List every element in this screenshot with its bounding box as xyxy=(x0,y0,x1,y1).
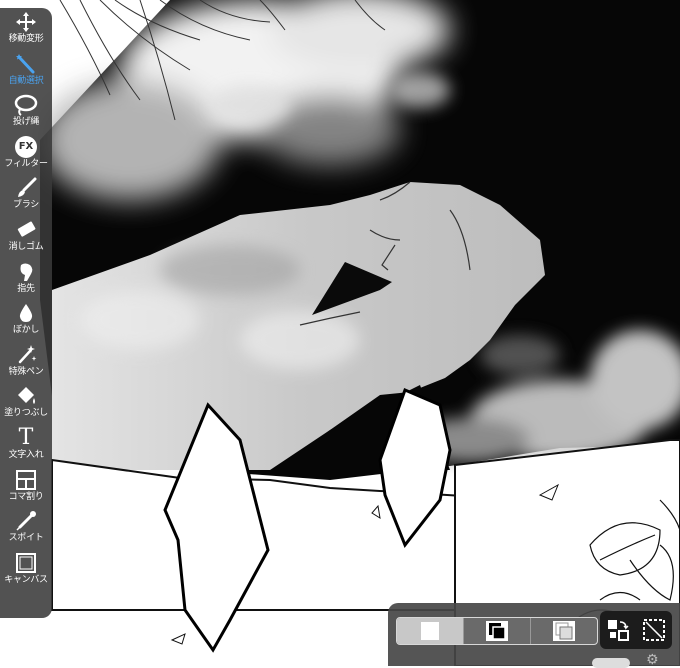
tool-label: 指先 xyxy=(17,283,35,294)
bottom-control-panel xyxy=(388,603,680,666)
tool-magic-wand[interactable]: 自動選択 xyxy=(0,50,52,92)
tool-label: ぼかし xyxy=(12,325,40,336)
tool-fill[interactable]: 塗りつぶし xyxy=(0,382,52,424)
canvas-icon xyxy=(13,551,39,575)
panel-divide-icon xyxy=(13,468,39,492)
tool-label: 塗りつぶし xyxy=(4,408,48,419)
fx-icon-text: FX xyxy=(15,135,37,158)
swap-colors-icon xyxy=(608,620,629,641)
eyedropper-icon xyxy=(13,509,39,533)
eraser-icon xyxy=(13,218,39,242)
tool-label: 消しゴム xyxy=(8,241,44,252)
tool-label: コマ割り xyxy=(8,491,44,502)
lasso-icon xyxy=(13,93,39,117)
white-square-icon xyxy=(421,622,439,640)
tool-label: スポイト xyxy=(8,533,44,544)
gear-icon[interactable]: ⚙ xyxy=(646,653,659,667)
color-selection-buttons xyxy=(600,611,672,649)
tool-label: キャンバス xyxy=(4,574,48,585)
tool-move[interactable]: 移動変形 xyxy=(0,8,52,50)
move-arrows-icon xyxy=(13,10,39,34)
magic-wand-icon xyxy=(13,52,39,76)
swap-colors-button[interactable] xyxy=(600,611,636,649)
tool-lasso[interactable]: 投げ縄 xyxy=(0,91,52,133)
tool-label: 投げ縄 xyxy=(12,117,40,128)
tool-panel[interactable]: コマ割り xyxy=(0,466,52,508)
tool-palette: 移動変形 自動選択 投げ縄 FX フィルター ブラシ 消しゴム 指先 ぼかし 特… xyxy=(0,8,52,618)
brush-icon xyxy=(13,176,39,200)
sparkle-pen-icon xyxy=(13,343,39,367)
tool-label: 移動変形 xyxy=(8,34,44,44)
tool-special-pen[interactable]: 特殊ペン xyxy=(0,341,52,383)
text-icon-glyph: T xyxy=(18,424,34,450)
layer-transparent-button[interactable] xyxy=(530,618,597,644)
tool-label: 特殊ペン xyxy=(8,366,44,377)
tool-eyedropper[interactable]: スポイト xyxy=(0,507,52,549)
drawing-canvas[interactable] xyxy=(0,0,680,666)
layer-white-button[interactable] xyxy=(397,618,463,644)
fill-bucket-icon xyxy=(13,384,39,408)
tool-blur[interactable]: ぼかし xyxy=(0,299,52,341)
tool-label: 自動選択 xyxy=(8,75,44,86)
tool-canvas[interactable]: キャンバス xyxy=(0,549,52,591)
transparent-square-icon xyxy=(553,621,575,641)
tool-brush[interactable]: ブラシ xyxy=(0,174,52,216)
selection-marquee-icon xyxy=(643,619,665,641)
tool-label: ブラシ xyxy=(13,200,39,211)
black-square-icon xyxy=(486,621,508,641)
selection-button[interactable] xyxy=(636,611,672,649)
tool-smudge[interactable]: 指先 xyxy=(0,258,52,300)
layer-black-button[interactable] xyxy=(463,618,530,644)
tool-eraser[interactable]: 消しゴム xyxy=(0,216,52,258)
home-indicator xyxy=(592,658,630,668)
droplet-icon xyxy=(13,301,39,325)
finger-icon xyxy=(13,260,39,284)
tool-label: 文字入れ xyxy=(8,449,44,460)
tool-text[interactable]: T 文字入れ xyxy=(0,424,52,466)
layer-paper-selector xyxy=(396,617,598,645)
tool-label: フィルター xyxy=(4,158,48,169)
tool-filter[interactable]: FX フィルター xyxy=(0,133,52,175)
fx-icon: FX xyxy=(13,135,39,159)
text-icon: T xyxy=(13,426,39,450)
